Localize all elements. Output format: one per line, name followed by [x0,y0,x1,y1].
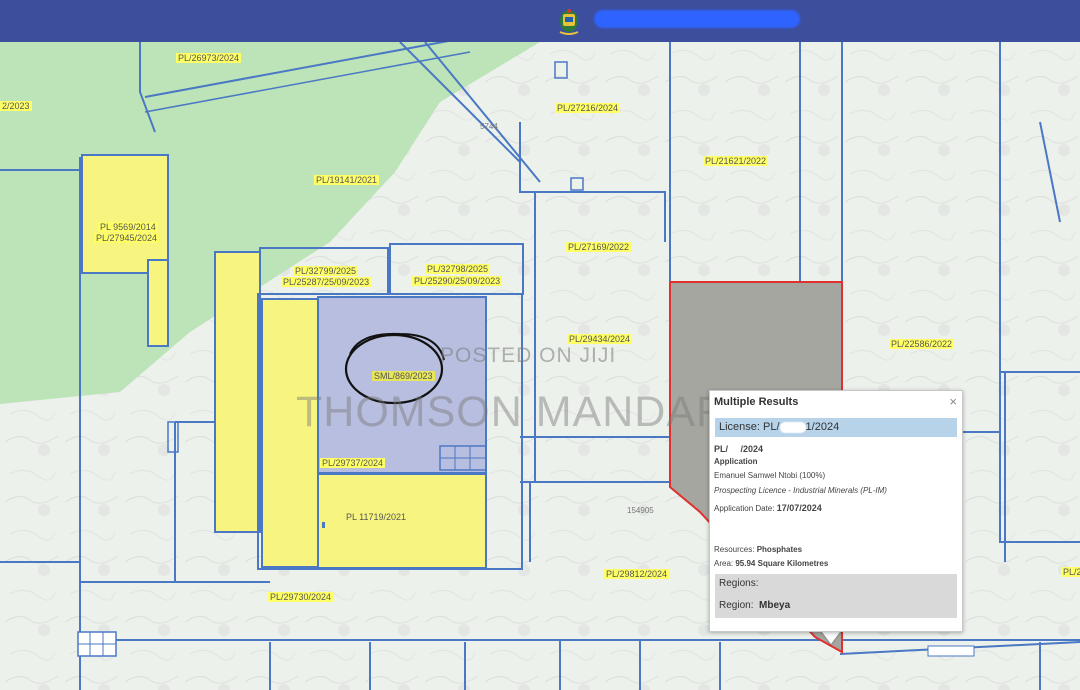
parcel-label[interactable]: PL/27945/2024 [94,233,160,243]
watermark-small: POSTED ON JIJI [440,344,617,367]
parcel-label[interactable]: PL/32799/2025 [293,266,359,276]
parcel-label[interactable]: 2/2023 [0,101,32,111]
parcel-label[interactable]: PL/25290/25/09/2023 [412,276,503,286]
pl-number: PL/ /2024 [714,444,764,454]
application-heading: Application [714,457,758,466]
area: Area: 95.94 Square Kilometres [714,559,829,568]
top-header-bar [0,0,1080,42]
region-value: Region: Mbeya [719,600,791,611]
parcel-label[interactable]: PL/29737/2024 [320,458,386,468]
parcel-label[interactable]: PL/22586/2022 [889,339,955,349]
map-number: 154905 [627,506,654,515]
holder-text: Emanuel Samwel Ntobi (100%) [714,471,826,480]
map-number: 5744 [480,122,498,131]
parcel-label-sml[interactable]: SML/869/2023 [372,371,435,381]
application-date: Application Date: 17/07/2024 [714,503,822,513]
redacted-number [779,421,806,433]
watermark-large: THOMSON MANDARA [296,388,758,436]
license-result-item[interactable]: License: PL/1/2024 [715,418,957,437]
popup-title: Multiple Results [714,396,799,408]
resources: Resources: Phosphates [714,545,803,554]
parcel-label[interactable]: PL/25287/25/09/2023 [281,277,372,287]
multiple-results-popup[interactable]: Multiple Results × License: PL/1/2024 PL… [709,390,963,632]
redacted-title [594,10,800,28]
parcel-label[interactable]: PL 9569/2014 [98,222,158,232]
parcel-label[interactable]: PL/29812/2024 [604,569,670,579]
license-prefix: License: PL/ [719,421,780,433]
licence-type: Prospecting Licence - Industrial Mineral… [714,486,887,495]
coat-of-arms-icon [559,9,579,35]
parcel-label[interactable]: PL 11719/2021 [344,512,408,522]
parcel-label[interactable]: PL/27216/2024 [555,103,621,113]
license-suffix: 1/2024 [805,421,840,433]
parcel-label[interactable]: PL/26973/2024 [176,53,242,63]
parcel-label[interactable]: PL/32798/2025 [425,264,491,274]
parcel-label[interactable]: PL/19141/2021 [314,175,380,185]
regions-section: Regions: Region: Mbeya [715,574,957,618]
parcel-label[interactable]: PL/27169/2022 [566,242,632,252]
parcel-label[interactable]: PL/2 [1061,567,1080,577]
close-icon[interactable]: × [949,394,957,409]
parcel-label[interactable]: PL/21621/2022 [703,156,769,166]
parcel-label[interactable]: PL/29434/2024 [567,334,633,344]
parcel-label[interactable]: PL/29730/2024 [268,592,334,602]
regions-heading: Regions: [719,578,759,589]
